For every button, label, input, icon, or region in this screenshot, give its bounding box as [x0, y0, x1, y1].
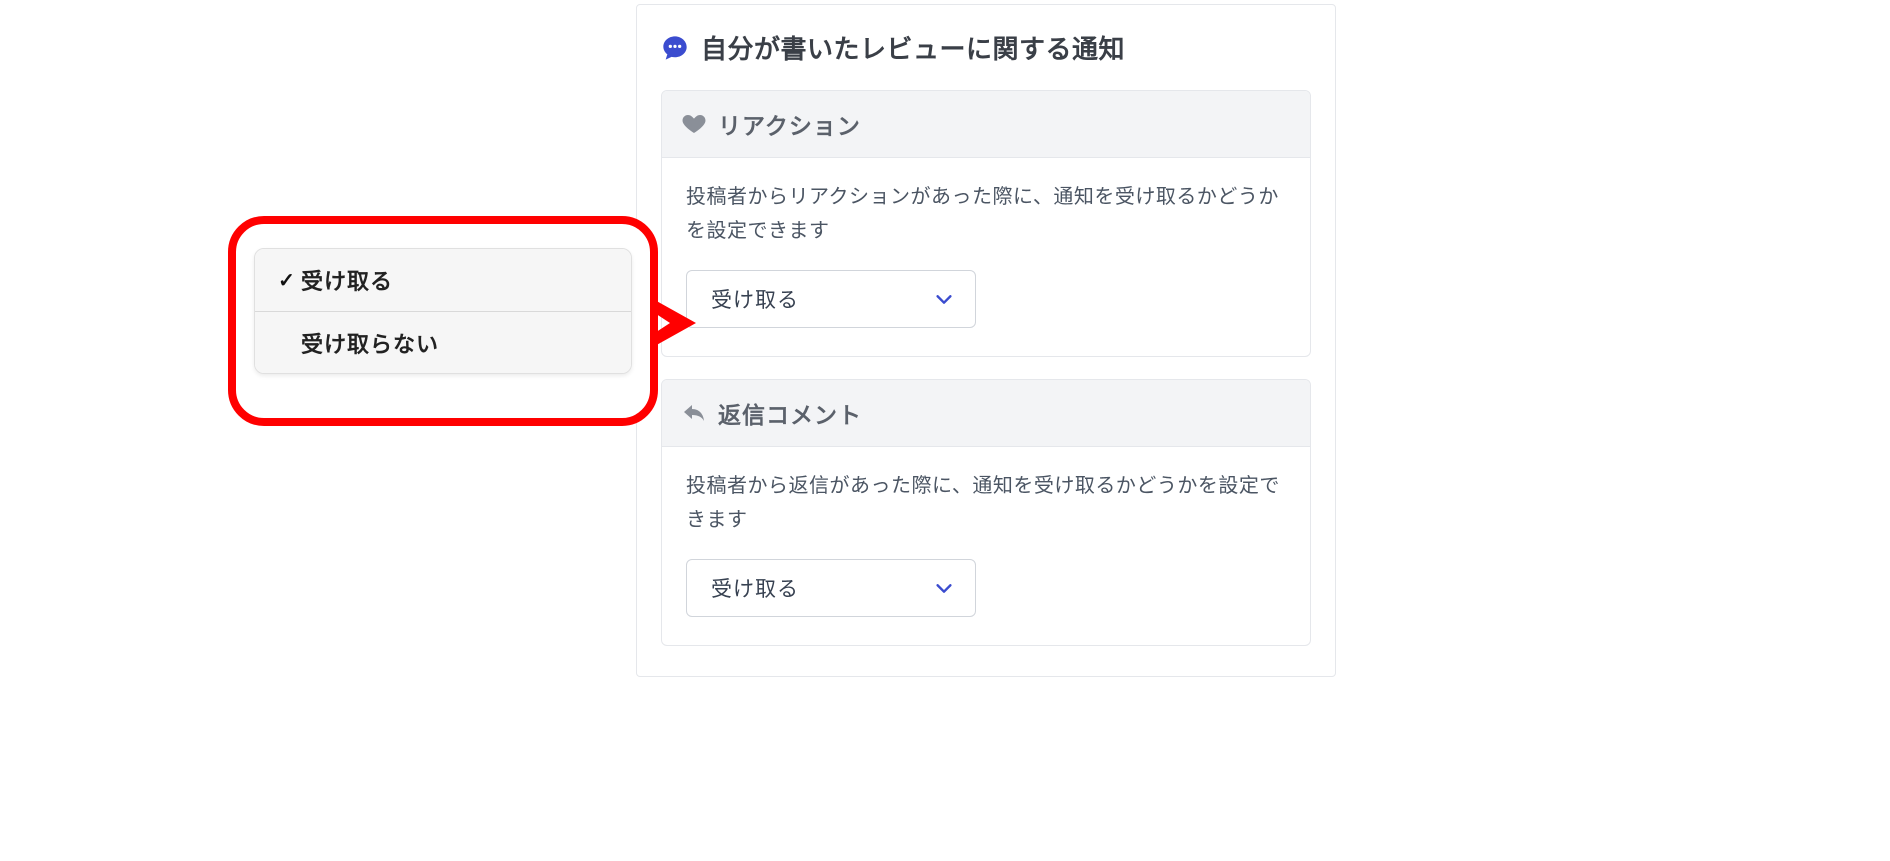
dropdown-callout: ✓ 受け取る 受け取らない — [228, 216, 658, 426]
reply-card-body: 投稿者から返信があった際に、通知を受け取るかどうかを設定できます 受け取る — [662, 447, 1310, 645]
panel-header: 自分が書いたレビューに関する通知 — [661, 29, 1311, 66]
reaction-card-title: リアクション — [718, 107, 861, 141]
reply-icon — [682, 401, 706, 425]
reaction-card: リアクション 投稿者からリアクションがあった際に、通知を受け取るかどうかを設定で… — [661, 90, 1311, 357]
reply-description: 投稿者から返信があった際に、通知を受け取るかどうかを設定できます — [686, 469, 1286, 537]
reply-card-title: 返信コメント — [718, 396, 862, 430]
comment-dots-icon — [661, 34, 689, 62]
dropdown-option-label: 受け取る — [301, 264, 615, 296]
select-dropdown: ✓ 受け取る 受け取らない — [254, 248, 632, 374]
dropdown-option-receive[interactable]: ✓ 受け取る — [255, 249, 631, 311]
panel-title: 自分が書いたレビューに関する通知 — [701, 29, 1125, 66]
reaction-select[interactable]: 受け取る — [686, 270, 976, 328]
reply-card: 返信コメント 投稿者から返信があった際に、通知を受け取るかどうかを設定できます … — [661, 379, 1311, 646]
reply-card-header: 返信コメント — [662, 380, 1310, 447]
chevron-down-icon — [933, 577, 955, 599]
reaction-card-header: リアクション — [662, 91, 1310, 158]
dropdown-option-label: 受け取らない — [301, 327, 615, 359]
heart-icon — [682, 112, 706, 136]
reaction-select-value: 受け取る — [711, 284, 799, 314]
reply-select[interactable]: 受け取る — [686, 559, 976, 617]
notification-settings-panel: 自分が書いたレビューに関する通知 リアクション 投稿者からリアクションがあった際… — [636, 4, 1336, 677]
dropdown-option-not-receive[interactable]: 受け取らない — [255, 311, 631, 373]
reply-select-value: 受け取る — [711, 573, 799, 603]
check-icon: ✓ — [273, 268, 301, 293]
reaction-description: 投稿者からリアクションがあった際に、通知を受け取るかどうかを設定できます — [686, 180, 1286, 248]
chevron-down-icon — [933, 288, 955, 310]
reaction-card-body: 投稿者からリアクションがあった際に、通知を受け取るかどうかを設定できます 受け取… — [662, 158, 1310, 356]
